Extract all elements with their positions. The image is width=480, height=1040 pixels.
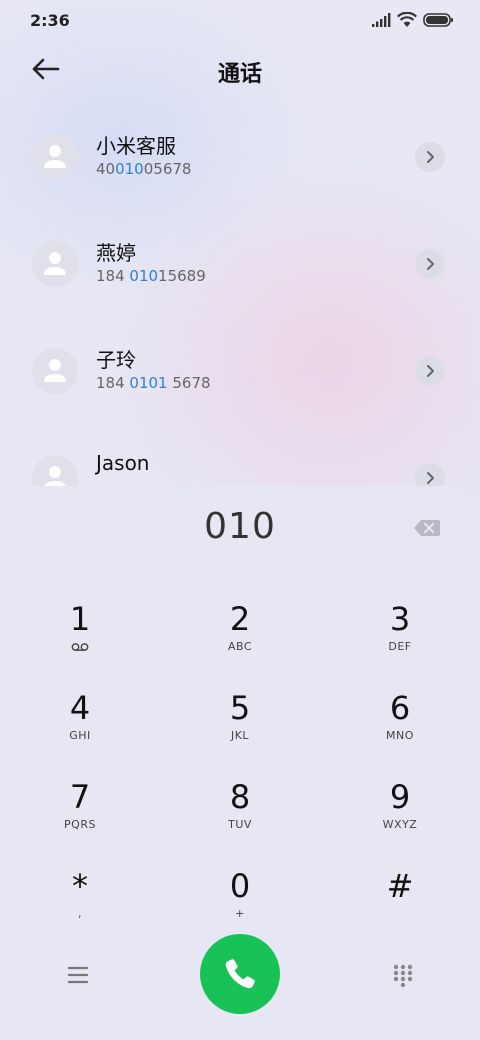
number-match: 0101 [129,374,168,392]
signal-icon [372,13,391,27]
contact-detail-button[interactable] [415,249,445,279]
contact-number: 184 01015689 [96,267,206,285]
avatar [32,134,78,180]
key-letters: + [235,907,245,920]
page-title: 通话 [217,62,262,87]
contact-row[interactable]: 小米客服 4001005678 [0,134,480,224]
person-icon [44,145,66,168]
key-digit: 8 [229,778,251,816]
contact-number: 4001005678 [96,160,191,178]
contact-name: Jason [96,451,150,475]
avatar [32,348,78,394]
contact-detail-button[interactable] [415,142,445,172]
voicemail-icon [71,643,89,651]
key-digit: 1 [69,600,91,638]
key-digit: * [72,867,88,905]
dial-key-4[interactable]: 4 GHI [20,689,140,769]
contact-name: 燕婷 [96,241,136,265]
phone-icon [225,959,255,989]
key-digit: 5 [229,689,251,727]
key-digit: 0 [229,867,251,905]
key-letters: TUV [228,818,252,831]
dial-key-2[interactable]: 2 ABC [180,600,300,680]
key-digit: 2 [229,600,251,638]
key-digit: 3 [389,600,411,638]
number-match: 010 [129,267,159,285]
number-prefix: 184 [96,374,130,392]
key-letters: ABC [227,640,253,653]
key-digit: 6 [389,689,411,727]
person-icon [44,252,66,275]
dial-key-9[interactable]: 9 WXYZ [340,778,460,858]
chevron-right-icon [427,472,434,484]
dial-key-6[interactable]: 6 MNO [340,689,460,769]
key-digit: 4 [69,689,91,727]
avatar [32,241,78,287]
contact-number: 184 0101 5678 [96,374,211,392]
dial-input[interactable]: 010 [0,506,480,547]
dial-key-7[interactable]: 7 PQRS [20,778,140,858]
contact-name: 子玲 [96,348,136,372]
key-letters: JKL [230,729,250,742]
contact-detail-button[interactable] [415,356,445,386]
key-letters: GHI [69,729,91,742]
dial-key-hash[interactable]: # [340,867,460,947]
key-letters: PQRS [64,818,96,831]
chevron-right-icon [427,365,434,377]
number-suffix: 5678 [167,374,211,392]
dialpad-panel: 010 1 2 ABC 3 DEF 4 GHI 5 JKL 6 MNO 7 PQ… [0,486,480,1040]
key-digit: # [386,867,414,905]
status-time: 2:36 [30,11,70,30]
dial-key-8[interactable]: 8 TUV [180,778,300,858]
key-letters: , [78,907,82,920]
key-letters: MNO [386,729,414,742]
dial-key-5[interactable]: 5 JKL [180,689,300,769]
status-bar: 2:36 [0,0,480,40]
number-prefix: 184 [96,267,130,285]
dial-key-3[interactable]: 3 DEF [340,600,460,680]
contact-row[interactable]: 燕婷 184 01015689 [0,241,480,331]
backspace-icon[interactable] [413,518,441,538]
battery-icon [423,13,453,27]
number-suffix: 15689 [158,267,206,285]
menu-icon[interactable] [66,964,90,986]
key-letters: DEF [388,640,412,653]
number-suffix: 05678 [143,160,192,178]
key-digit: 7 [69,778,91,816]
contact-row[interactable]: 子玲 184 0101 5678 [0,348,480,438]
wifi-icon [397,12,417,27]
person-icon [44,359,66,382]
number-match: 010 [115,160,144,178]
call-button[interactable] [200,934,280,1014]
chevron-right-icon [427,151,434,163]
key-letters: WXYZ [382,818,418,831]
dial-key-1[interactable]: 1 [20,600,140,680]
number-prefix: 40 [96,160,116,178]
key-digit: 9 [389,778,411,816]
contact-name: 小米客服 [96,134,176,158]
dialpad-grid-icon[interactable] [392,963,414,987]
chevron-right-icon [427,258,434,270]
dial-key-star[interactable]: * , [20,867,140,947]
